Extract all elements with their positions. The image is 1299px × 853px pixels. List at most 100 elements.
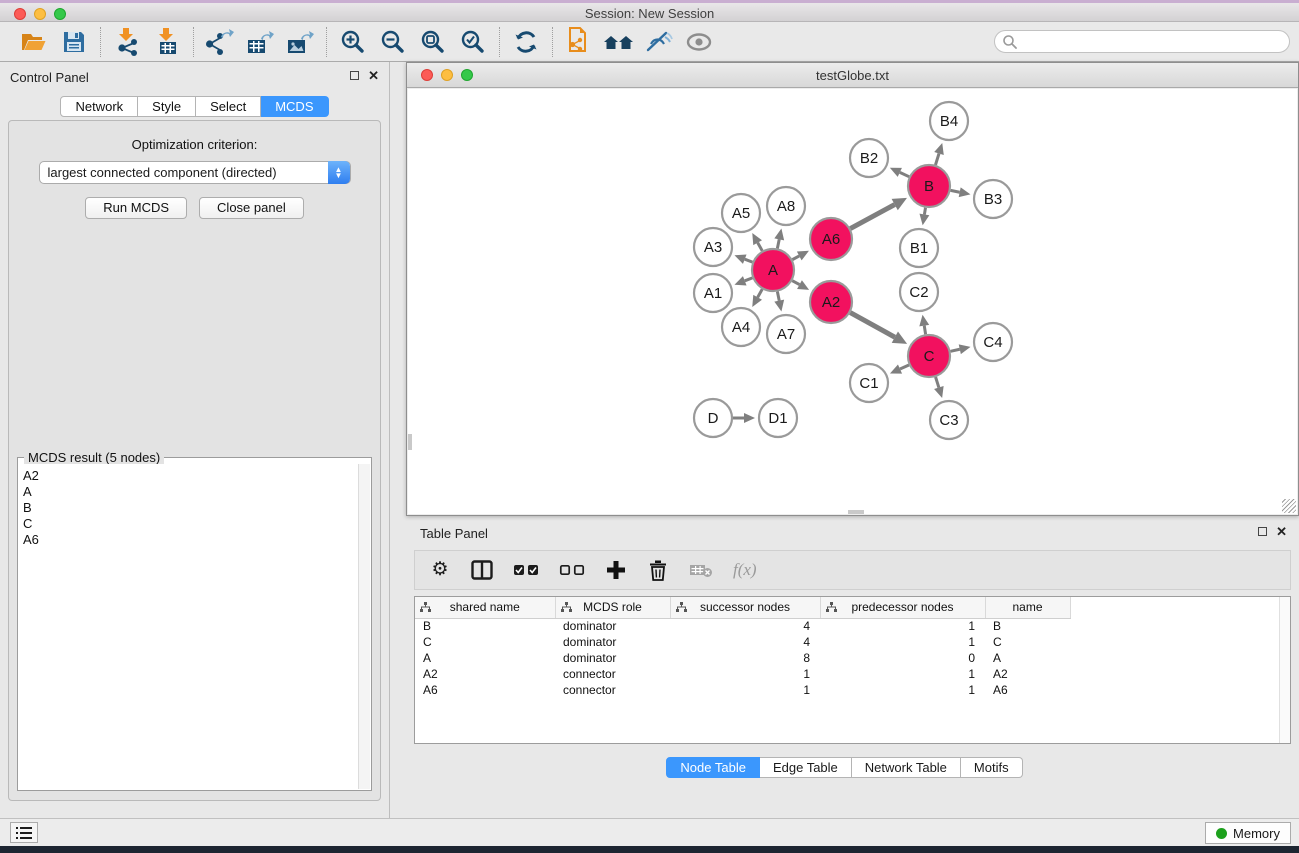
table-row[interactable]: Cdominator41C bbox=[415, 634, 1070, 650]
select-all-icon[interactable] bbox=[513, 557, 539, 583]
tab-network-table[interactable]: Network Table bbox=[852, 757, 961, 778]
cell-predecessor-nodes[interactable]: 1 bbox=[820, 682, 985, 698]
cell-successor-nodes[interactable]: 4 bbox=[670, 618, 820, 634]
cell-MCDS-role[interactable]: connector bbox=[555, 666, 670, 682]
node-A6[interactable]: A6 bbox=[810, 218, 852, 260]
hide-panels-icon[interactable] bbox=[642, 26, 676, 58]
column-header-MCDS-role[interactable]: MCDS role bbox=[555, 597, 670, 618]
node-C2[interactable]: C2 bbox=[900, 273, 938, 311]
cell-shared-name[interactable]: A6 bbox=[415, 682, 555, 698]
cell-shared-name[interactable]: B bbox=[415, 618, 555, 634]
table-scrollbar[interactable] bbox=[1279, 597, 1290, 743]
node-D[interactable]: D bbox=[694, 399, 732, 437]
cell-name[interactable]: C bbox=[985, 634, 1070, 650]
edge-C-C3[interactable] bbox=[936, 377, 939, 388]
node-B2[interactable]: B2 bbox=[850, 139, 888, 177]
edge-A6-B[interactable] bbox=[850, 205, 894, 229]
zoom-in-icon[interactable] bbox=[336, 26, 370, 58]
cell-MCDS-role[interactable]: connector bbox=[555, 682, 670, 698]
float-panel-icon[interactable] bbox=[350, 71, 359, 80]
node-C3[interactable]: C3 bbox=[930, 401, 968, 439]
column-header-name[interactable]: name bbox=[985, 597, 1070, 618]
save-session-icon[interactable] bbox=[57, 26, 91, 58]
node-A8[interactable]: A8 bbox=[767, 187, 805, 225]
edge-A-A4[interactable] bbox=[758, 289, 763, 297]
node-A3[interactable]: A3 bbox=[694, 228, 732, 266]
delete-column-icon[interactable] bbox=[647, 557, 669, 583]
tab-mcds[interactable]: MCDS bbox=[261, 96, 328, 117]
add-column-icon[interactable] bbox=[605, 557, 627, 583]
edge-A2-C[interactable] bbox=[850, 313, 895, 338]
network-graph[interactable]: B4B2BB3A5A8A6B1A3AC2A1A2A4A7C4CC1C3DD1 bbox=[408, 89, 1297, 515]
float-table-panel-icon[interactable] bbox=[1258, 527, 1267, 536]
mcds-result-item[interactable]: A2 bbox=[23, 468, 358, 484]
node-A5[interactable]: A5 bbox=[722, 194, 760, 232]
resize-grip-icon[interactable] bbox=[1282, 499, 1296, 513]
cell-MCDS-role[interactable]: dominator bbox=[555, 650, 670, 666]
mcds-result-list[interactable]: A2ABCA6 bbox=[19, 464, 358, 789]
split-view-icon[interactable] bbox=[471, 557, 493, 583]
mcds-result-item[interactable]: A bbox=[23, 484, 358, 500]
network-canvas[interactable]: B4B2BB3A5A8A6B1A3AC2A1A2A4A7C4CC1C3DD1 bbox=[408, 89, 1297, 514]
column-header-shared-name[interactable]: shared name bbox=[415, 597, 555, 618]
cell-shared-name[interactable]: A bbox=[415, 650, 555, 666]
edge-A-A3[interactable] bbox=[745, 259, 753, 262]
show-panels-icon[interactable] bbox=[682, 26, 716, 58]
table-settings-icon[interactable]: ⚙ bbox=[429, 557, 451, 583]
close-panel-button[interactable]: Close panel bbox=[199, 197, 304, 219]
cell-name[interactable]: A6 bbox=[985, 682, 1070, 698]
node-A2[interactable]: A2 bbox=[810, 281, 852, 323]
node-B1[interactable]: B1 bbox=[900, 229, 938, 267]
deselect-all-icon[interactable] bbox=[559, 557, 585, 583]
cell-successor-nodes[interactable]: 4 bbox=[670, 634, 820, 650]
export-image-icon[interactable] bbox=[283, 26, 317, 58]
tab-select[interactable]: Select bbox=[196, 96, 261, 117]
cell-MCDS-role[interactable]: dominator bbox=[555, 618, 670, 634]
cell-name[interactable]: A bbox=[985, 650, 1070, 666]
task-history-button[interactable] bbox=[10, 822, 38, 843]
cell-name[interactable]: B bbox=[985, 618, 1070, 634]
table-row[interactable]: Adominator80A bbox=[415, 650, 1070, 666]
mcds-result-item[interactable]: A6 bbox=[23, 532, 358, 548]
zoom-fit-icon[interactable] bbox=[416, 26, 450, 58]
node-C4[interactable]: C4 bbox=[974, 323, 1012, 361]
edge-A-A2[interactable] bbox=[792, 281, 799, 285]
edge-B-B1[interactable] bbox=[924, 208, 925, 215]
cell-shared-name[interactable]: A2 bbox=[415, 666, 555, 682]
edge-C-C4[interactable] bbox=[950, 349, 959, 351]
edge-A-A7[interactable] bbox=[777, 292, 779, 301]
edge-A-A8[interactable] bbox=[777, 239, 779, 248]
export-table-icon[interactable] bbox=[243, 26, 277, 58]
delete-table-icon[interactable] bbox=[689, 557, 713, 583]
export-network-icon[interactable] bbox=[203, 26, 237, 58]
node-A7[interactable]: A7 bbox=[767, 315, 805, 353]
mcds-result-item[interactable]: C bbox=[23, 516, 358, 532]
new-network-from-selection-icon[interactable] bbox=[562, 26, 596, 58]
node-C1[interactable]: C1 bbox=[850, 364, 888, 402]
node-A4[interactable]: A4 bbox=[722, 308, 760, 346]
edge-B-B4[interactable] bbox=[935, 153, 939, 164]
home-views-icon[interactable] bbox=[602, 26, 636, 58]
edge-C-C2[interactable] bbox=[924, 326, 925, 335]
edge-C-C1[interactable] bbox=[900, 365, 909, 369]
network-vertical-scrollbar[interactable] bbox=[408, 434, 412, 450]
table-row[interactable]: A6connector11A6 bbox=[415, 682, 1070, 698]
search-input[interactable] bbox=[994, 30, 1290, 53]
cell-successor-nodes[interactable]: 1 bbox=[670, 682, 820, 698]
zoom-selected-icon[interactable] bbox=[456, 26, 490, 58]
cell-successor-nodes[interactable]: 1 bbox=[670, 666, 820, 682]
cell-predecessor-nodes[interactable]: 1 bbox=[820, 666, 985, 682]
edge-A-A6[interactable] bbox=[792, 256, 799, 260]
mcds-result-item[interactable]: B bbox=[23, 500, 358, 516]
cell-predecessor-nodes[interactable]: 0 bbox=[820, 650, 985, 666]
column-header-successor-nodes[interactable]: successor nodes bbox=[670, 597, 820, 618]
network-horizontal-scrollbar[interactable] bbox=[848, 510, 864, 514]
cell-shared-name[interactable]: C bbox=[415, 634, 555, 650]
column-header-predecessor-nodes[interactable]: predecessor nodes bbox=[820, 597, 985, 618]
edge-A-A5[interactable] bbox=[758, 243, 763, 251]
close-table-panel-icon[interactable]: ✕ bbox=[1276, 526, 1287, 537]
cell-name[interactable]: A2 bbox=[985, 666, 1070, 682]
tab-motifs[interactable]: Motifs bbox=[961, 757, 1023, 778]
table-row[interactable]: Bdominator41B bbox=[415, 618, 1070, 634]
network-window-titlebar[interactable]: testGlobe.txt bbox=[407, 63, 1298, 88]
